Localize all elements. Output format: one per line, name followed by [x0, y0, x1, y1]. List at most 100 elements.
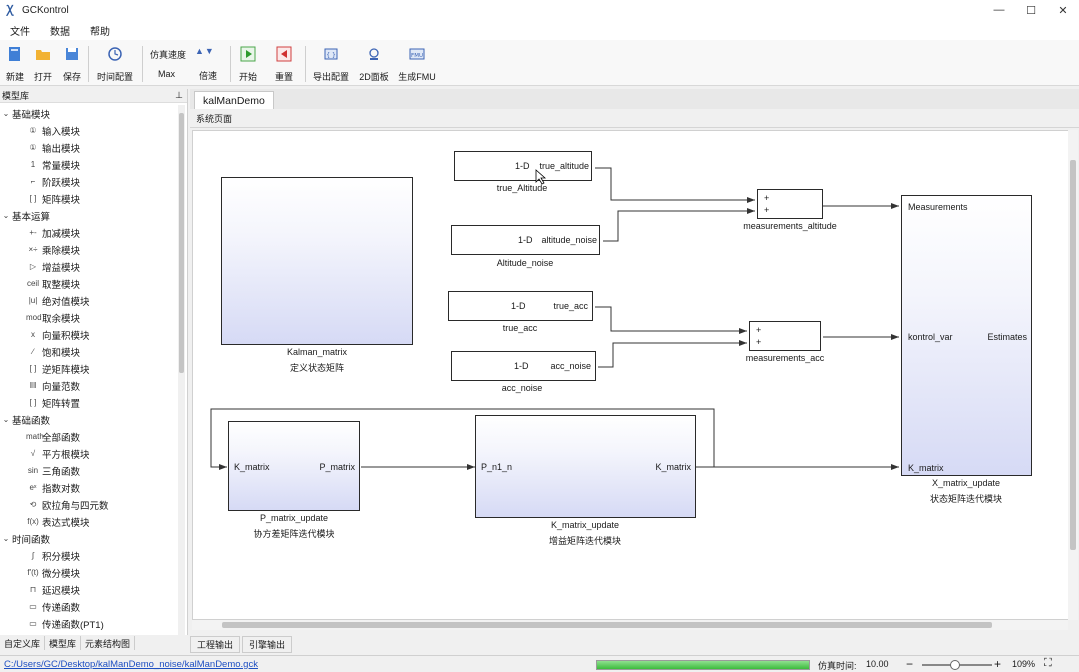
tree-item[interactable]: ① 输入模块 — [0, 122, 176, 139]
zoom-out-button[interactable]: − — [906, 657, 913, 671]
tree-item[interactable]: ×÷ 乘除模块 — [0, 241, 176, 258]
new-button[interactable]: 新建 — [0, 44, 30, 83]
tree-item[interactable]: ▷ 增益模块 — [0, 258, 176, 275]
tree-item[interactable]: ⌐ 阶跃模块 — [0, 173, 176, 190]
chevron-down-icon[interactable]: ⌄ — [0, 211, 12, 220]
save-button[interactable]: 保存 — [57, 44, 87, 83]
tree-label: 矩阵转置 — [42, 398, 81, 410]
tree-label: 输出模块 — [42, 143, 81, 155]
tree-label: 基础模块 — [12, 109, 51, 121]
input-port-label: + — [756, 337, 762, 347]
tree-item[interactable]: √ 平方根模块 — [0, 445, 176, 462]
open-button[interactable]: 打开 — [28, 44, 58, 83]
canvas-horizontal-scrollbar[interactable] — [192, 620, 1068, 630]
tree-item[interactable]: 1 常量模块 — [0, 156, 176, 173]
tree-item[interactable]: f'(t) 微分模块 — [0, 564, 176, 581]
speed-up-down-icon[interactable]: ▲▼ — [195, 46, 215, 56]
reset-button[interactable]: 重置 — [269, 44, 299, 83]
chevron-down-icon[interactable]: ⌄ — [0, 534, 12, 543]
tree-item[interactable]: ▭ 传递函数(PT1) — [0, 615, 176, 632]
start-button[interactable]: 开始 — [233, 44, 263, 83]
tree-item[interactable]: ‖‖ 向量范数 — [0, 377, 176, 394]
tree-item[interactable]: [ ] 矩阵模块 — [0, 190, 176, 207]
tab-model-lib[interactable]: 模型库 — [45, 636, 82, 650]
tree-category[interactable]: ⌄ 基本运算 — [0, 207, 176, 224]
tree-item[interactable]: |u| 绝对值模块 — [0, 292, 176, 309]
chevron-down-icon[interactable]: ⌄ — [0, 109, 12, 118]
wire-altitude-noise — [603, 210, 755, 242]
tree-item[interactable]: ∫ 积分模块 — [0, 547, 176, 564]
tree-item[interactable]: eˣ 指数对数 — [0, 479, 176, 496]
tree-item[interactable]: ceil 取整模块 — [0, 275, 176, 292]
tab-project-output[interactable]: 工程输出 — [190, 636, 241, 653]
window-controls: — ☐ ✕ — [983, 0, 1079, 20]
zoom-level: 109% — [1012, 659, 1036, 669]
scrollbar-thumb[interactable] — [222, 622, 992, 628]
toolbar-separator — [142, 46, 143, 82]
export-config-button[interactable]: { } 导出配置 — [313, 44, 349, 83]
zoom-slider-handle[interactable] — [950, 660, 960, 670]
altitude-noise-block[interactable]: 1-D altitude_noise — [451, 225, 600, 255]
tree-category[interactable]: ⌄ 基础模块 — [0, 105, 176, 122]
diagram-canvas[interactable]: Kalman_matrix 定义状态矩阵 1-D true_altitude t… — [192, 130, 1070, 620]
toolbar-separator — [230, 46, 231, 82]
true-acc-block[interactable]: 1-D true_acc — [448, 291, 593, 321]
p-matrix-update-block[interactable]: K_matrix P_matrix — [228, 421, 360, 511]
scrollbar-thumb[interactable] — [1070, 160, 1076, 550]
tab-custom-lib[interactable]: 自定义库 — [0, 636, 46, 650]
tree-category[interactable]: ⌄ 基础函数 — [0, 411, 176, 428]
close-button[interactable]: ✕ — [1047, 0, 1079, 20]
true-altitude-block[interactable]: 1-D true_altitude — [454, 151, 592, 181]
tab-kalmandemo[interactable]: kalManDemo — [194, 91, 274, 109]
tree-item[interactable]: [ ] 逆矩阵模块 — [0, 360, 176, 377]
menu-data[interactable]: 数据 — [40, 23, 80, 38]
sim-speed-value[interactable]: Max — [158, 69, 175, 79]
tree-item[interactable]: ⟲ 欧拉角与四元数 — [0, 496, 176, 513]
zoom-in-button[interactable]: + — [994, 657, 1001, 671]
tree-label: 时间函数 — [12, 534, 51, 546]
kalman-matrix-block[interactable] — [221, 177, 413, 345]
tree-item[interactable]: mod 取余模块 — [0, 309, 176, 326]
tab-engine-output[interactable]: 引擎输出 — [242, 636, 293, 653]
tree-item[interactable]: math 全部函数 — [0, 428, 176, 445]
new-file-icon — [5, 44, 25, 64]
tree-label: 欧拉角与四元数 — [42, 500, 109, 512]
tree-scrollbar[interactable] — [178, 105, 185, 635]
tree-category[interactable]: ⌄ 时间函数 — [0, 530, 176, 547]
tree-label: 取整模块 — [42, 279, 81, 291]
canvas-vertical-scrollbar[interactable] — [1068, 130, 1078, 620]
maximize-button[interactable]: ☐ — [1015, 0, 1047, 20]
menu-help[interactable]: 帮助 — [80, 23, 120, 38]
chevron-down-icon[interactable]: ⌄ — [0, 415, 12, 424]
tree-item[interactable]: ∕ 饱和模块 — [0, 343, 176, 360]
acc-noise-block[interactable]: 1-D acc_noise — [451, 351, 596, 381]
tree-label: 增益模块 — [42, 262, 81, 274]
k-matrix-update-block[interactable]: P_n1_n K_matrix — [475, 415, 696, 518]
scrollbar-thumb[interactable] — [179, 113, 184, 373]
measurements-altitude-sum-block[interactable]: + + — [757, 189, 823, 219]
tree-item[interactable]: sin 三角函数 — [0, 462, 176, 479]
tree-item[interactable]: f(x) 表达式模块 — [0, 513, 176, 530]
gen-fmu-button[interactable]: FMU 生成FMU — [398, 44, 436, 83]
tree-label: 微分模块 — [42, 568, 81, 580]
time-config-button[interactable]: 时间配置 — [97, 44, 133, 83]
clock-icon — [105, 44, 125, 64]
x-matrix-update-block[interactable]: Measurements kontrol_var Estimates K_mat… — [901, 195, 1032, 476]
tree-item[interactable]: x 向量积模块 — [0, 326, 176, 343]
tab-element-structure[interactable]: 元素结构图 — [81, 636, 136, 650]
tree-item[interactable]: ▭ 传递函数 — [0, 598, 176, 615]
pin-icon[interactable]: ⊥ — [175, 90, 183, 101]
tree-item[interactable]: ⊓ 延迟模块 — [0, 581, 176, 598]
block-type-text: 1-D — [514, 361, 529, 371]
tree-item[interactable]: +- 加减模块 — [0, 224, 176, 241]
tree-item[interactable]: ① 输出模块 — [0, 139, 176, 156]
fit-view-icon[interactable]: ⛶ — [1044, 657, 1052, 670]
tree-item[interactable]: [ ] 矩阵转置 — [0, 394, 176, 411]
output-port-label: P_matrix — [319, 462, 355, 472]
file-path[interactable]: C:/Users/GC/Desktop/kalManDemo_noise/kal… — [4, 659, 258, 670]
measurements-acc-sum-block[interactable]: + + — [749, 321, 821, 351]
panel-2d-button[interactable]: 2D面板 — [359, 44, 389, 83]
minimize-button[interactable]: — — [983, 0, 1015, 20]
menu-file[interactable]: 文件 — [0, 23, 40, 38]
fmu-icon: FMU — [407, 44, 427, 64]
